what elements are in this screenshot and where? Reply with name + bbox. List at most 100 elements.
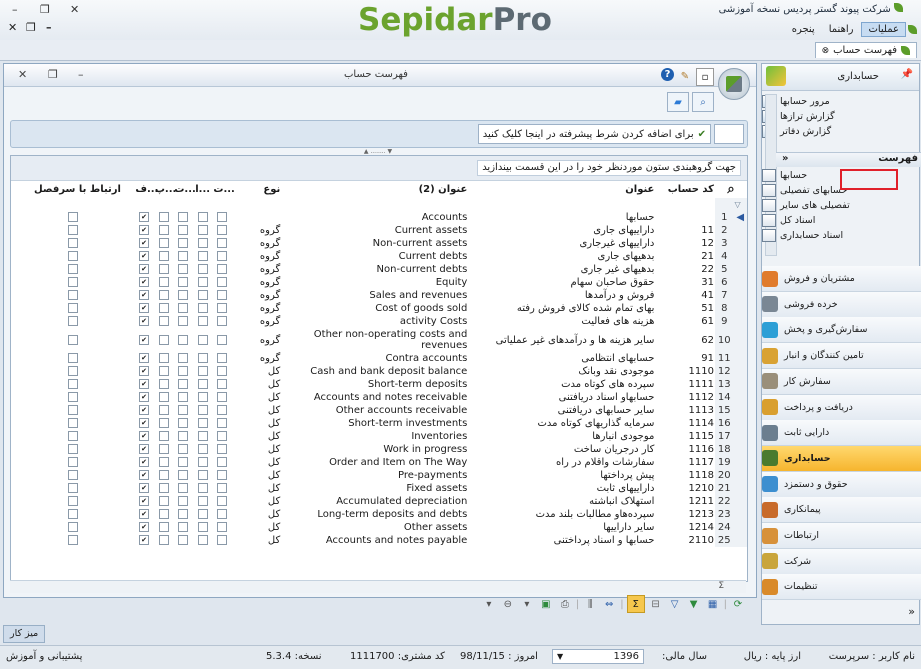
- filter-funnel-icon[interactable]: ▽: [735, 200, 741, 209]
- t2-checkbox[interactable]: [178, 238, 189, 248]
- p-checkbox[interactable]: [158, 379, 169, 389]
- table-row[interactable]: ✔ کل Fixed assets داراییهای ثابت 1210 21: [11, 482, 747, 495]
- t1-checkbox[interactable]: [217, 225, 228, 235]
- t2-checkbox[interactable]: [178, 353, 189, 363]
- link-checkbox[interactable]: [67, 303, 78, 313]
- preview-icon[interactable]: ⌕: [692, 92, 714, 112]
- link-checkbox[interactable]: [67, 225, 78, 235]
- grid-search-icon[interactable]: ⌕: [715, 181, 747, 198]
- f-checkbox[interactable]: ✔: [139, 535, 150, 545]
- t1-checkbox[interactable]: [217, 509, 228, 519]
- pin-icon[interactable]: 📌: [901, 69, 913, 80]
- link-checkbox[interactable]: [67, 405, 78, 415]
- a-checkbox[interactable]: [197, 277, 208, 287]
- t1-checkbox[interactable]: [217, 238, 228, 248]
- more-icon[interactable]: ▾: [481, 596, 497, 612]
- t1-checkbox[interactable]: [217, 212, 228, 222]
- table-row[interactable]: ✔ کل Long-term deposits and debts سپرده‌هاو…: [11, 508, 747, 521]
- p-checkbox[interactable]: [158, 366, 169, 376]
- link-checkbox[interactable]: [67, 251, 78, 261]
- a-checkbox[interactable]: [197, 334, 208, 345]
- t1-checkbox[interactable]: [217, 379, 228, 389]
- link-checkbox[interactable]: [67, 483, 78, 493]
- p-checkbox[interactable]: [158, 392, 169, 402]
- t1-checkbox[interactable]: [217, 457, 228, 467]
- p-checkbox[interactable]: [158, 535, 169, 545]
- column-code[interactable]: کد حساب: [655, 181, 715, 198]
- nav-list-item[interactable]: اسناد حسابداری: [762, 228, 919, 243]
- column-t1[interactable]: ت...: [212, 181, 234, 198]
- a-checkbox[interactable]: [197, 303, 208, 313]
- f-checkbox[interactable]: ✔: [139, 418, 150, 428]
- add-advanced-filter-button[interactable]: ✔ برای اضافه کردن شرط پیشرفته در اینجا ک…: [477, 124, 711, 144]
- link-checkbox[interactable]: [67, 535, 78, 545]
- expand-icon[interactable]: ⇔: [601, 596, 617, 612]
- a-checkbox[interactable]: [197, 290, 208, 300]
- a-checkbox[interactable]: [197, 509, 208, 519]
- link-checkbox[interactable]: [67, 379, 78, 389]
- table-row[interactable]: ✔ کل Pre-payments پیش پرداختها 1118 20: [11, 469, 747, 482]
- p-checkbox[interactable]: [158, 483, 169, 493]
- table-row[interactable]: ✔ گروه Current assets داراییهای جاری 11 2: [11, 224, 747, 237]
- group-icon[interactable]: ⊟: [648, 596, 664, 612]
- t1-checkbox[interactable]: [217, 251, 228, 261]
- t2-checkbox[interactable]: [178, 264, 189, 274]
- p-checkbox[interactable]: [158, 290, 169, 300]
- link-checkbox[interactable]: [67, 334, 78, 345]
- t1-checkbox[interactable]: [217, 264, 228, 274]
- menu-operations[interactable]: عملیات: [861, 21, 906, 37]
- column-title2[interactable]: عنوان (2): [281, 181, 468, 198]
- nav-category[interactable]: خرده فروشی: [762, 291, 921, 318]
- f-checkbox[interactable]: ✔: [139, 264, 150, 274]
- nav-category[interactable]: سفارش کار: [762, 368, 921, 395]
- t2-checkbox[interactable]: [178, 225, 189, 235]
- table-row[interactable]: ✔ کل Other assets سایر داراییها 1214 24: [11, 521, 747, 534]
- a-checkbox[interactable]: [197, 405, 208, 415]
- nav-list-item[interactable]: تفصیلی های سایر: [762, 198, 919, 213]
- link-checkbox[interactable]: [67, 366, 78, 376]
- mdi-close-icon[interactable]: ✕: [8, 21, 17, 34]
- minimize-icon[interactable]: –: [12, 3, 18, 16]
- table-row[interactable]: ✔ گروه Equity حقوق صاحبان سهام 31 6: [11, 276, 747, 289]
- p-checkbox[interactable]: [158, 353, 169, 363]
- t2-checkbox[interactable]: [178, 496, 189, 506]
- nav-category[interactable]: تامین کنندگان و انبار: [762, 343, 921, 370]
- t2-checkbox[interactable]: [178, 290, 189, 300]
- t1-checkbox[interactable]: [217, 522, 228, 532]
- nav-category[interactable]: حقوق و دستمزد: [762, 471, 921, 498]
- link-checkbox[interactable]: [67, 496, 78, 506]
- column-link[interactable]: ارتباط با سرفصل: [23, 181, 122, 198]
- table-row[interactable]: ✔ کل Other accounts receivable سایر حسابهای…: [11, 404, 747, 417]
- t2-checkbox[interactable]: [178, 392, 189, 402]
- p-checkbox[interactable]: [158, 238, 169, 248]
- t1-checkbox[interactable]: [217, 496, 228, 506]
- link-checkbox[interactable]: [67, 522, 78, 532]
- column-type[interactable]: نوع: [232, 181, 281, 198]
- table-row[interactable]: ✔ کل Short-term investments سرمایه گذاریهای…: [11, 417, 747, 430]
- group-by-panel[interactable]: جهت گروهبندی ستون موردنظر خود را در این …: [11, 156, 747, 181]
- t1-checkbox[interactable]: [217, 334, 228, 345]
- t2-checkbox[interactable]: [178, 444, 189, 454]
- a-checkbox[interactable]: [197, 353, 208, 363]
- t2-checkbox[interactable]: [178, 418, 189, 428]
- t1-checkbox[interactable]: [217, 277, 228, 287]
- t1-checkbox[interactable]: [217, 405, 228, 415]
- f-checkbox[interactable]: ✔: [139, 251, 150, 261]
- t2-checkbox[interactable]: [178, 522, 189, 532]
- nav-category[interactable]: حسابداری: [762, 445, 921, 472]
- table-row[interactable]: ✔ کل Inventories موجودی انبارها 1115 17: [11, 430, 747, 443]
- t1-checkbox[interactable]: [217, 366, 228, 376]
- nav-category[interactable]: پیمانکاری: [762, 497, 921, 524]
- summary-icon[interactable]: Σ: [626, 595, 645, 613]
- a-checkbox[interactable]: [197, 496, 208, 506]
- export-menu-icon[interactable]: ▾: [519, 596, 535, 612]
- window-minimize-icon[interactable]: –: [78, 68, 84, 81]
- nav-category[interactable]: ارتباطات: [762, 523, 921, 549]
- link-checkbox[interactable]: [67, 353, 78, 363]
- t1-checkbox[interactable]: [217, 431, 228, 441]
- p-checkbox[interactable]: [158, 405, 169, 415]
- help-icon[interactable]: ?: [661, 68, 674, 81]
- p-checkbox[interactable]: [158, 251, 169, 261]
- nav-category[interactable]: تنظیمات: [762, 574, 921, 601]
- nav-report-item[interactable]: گزارش ترازها: [762, 109, 919, 124]
